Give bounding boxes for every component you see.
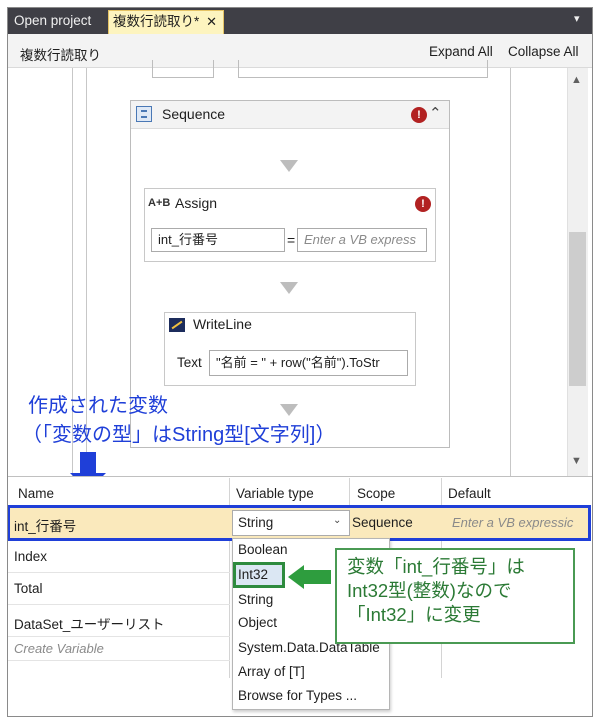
writeline-title: WriteLine [193, 316, 252, 332]
blue-arrow-icon [80, 452, 96, 474]
annotation-change-line2: Int32型(整数)なので [347, 580, 512, 601]
assign-title: Assign [175, 195, 218, 211]
sequence-activity[interactable] [130, 100, 450, 448]
annotation-change-line3: 「Int32」に変更 [347, 604, 481, 625]
annotation-created-line2: （「変数の型」はString型[文字列]） [22, 424, 336, 446]
close-icon[interactable]: ✕ [206, 11, 217, 33]
scrollbar-thumb[interactable] [569, 232, 586, 386]
error-icon: ! [411, 107, 427, 123]
variable-row[interactable]: Index [14, 549, 47, 564]
collapse-all-link[interactable]: Collapse All [508, 44, 579, 59]
column-header-default[interactable]: Default [448, 486, 491, 501]
green-arrow-head-icon [288, 565, 304, 589]
tab-active-label: 複数行読取り* [113, 14, 200, 29]
dropdown-option-int32[interactable]: Int32 [238, 567, 268, 582]
error-icon: ! [415, 196, 431, 212]
scroll-down-icon[interactable]: ▼ [571, 455, 582, 467]
assign-to-field[interactable]: int_行番号 [151, 228, 285, 252]
tab-open-project[interactable]: Open project [12, 10, 93, 32]
breadcrumb[interactable]: 複数行読取り [20, 44, 101, 64]
drop-target-arrow [280, 282, 298, 294]
tab-active-workflow[interactable]: 複数行読取り* ✕ [108, 10, 224, 34]
drop-target-arrow [280, 404, 298, 416]
row-divider [8, 604, 230, 605]
create-variable-row[interactable]: Create Variable [14, 641, 104, 656]
dropdown-option-browse[interactable]: Browse for Types ... [238, 688, 357, 703]
column-header-name[interactable]: Name [18, 486, 54, 501]
writeline-text-field[interactable]: "名前 = " + row("名前").ToStr [209, 350, 408, 376]
expand-all-link[interactable]: Expand All [429, 44, 493, 59]
assign-equals: = [287, 232, 296, 248]
variable-row[interactable]: Total [14, 581, 43, 596]
row-divider [8, 660, 230, 661]
right-sequence-border [510, 68, 511, 476]
tab-menu-icon[interactable]: ▾ [574, 12, 580, 25]
dropdown-option-string[interactable]: String [238, 592, 273, 607]
dropdown-option-boolean[interactable]: Boolean [238, 542, 288, 557]
document-tab-bar [8, 8, 592, 34]
column-header-variable-type[interactable]: Variable type [236, 486, 314, 501]
row-divider [8, 572, 230, 573]
sequence-title: Sequence [162, 106, 226, 122]
sequence-icon [136, 106, 152, 122]
annotation-change-callout: 変数「int_行番号」は Int32型(整数)なので 「Int32」に変更 [335, 548, 575, 644]
collapse-icon[interactable]: ⌃ [429, 104, 442, 122]
assign-icon: A+B [148, 197, 171, 209]
selected-row-highlight [7, 505, 591, 541]
row-divider [8, 636, 230, 637]
dropdown-option-array[interactable]: Array of [T] [238, 664, 305, 679]
annotation-change-line1: 変数「int_行番号」は [347, 556, 525, 577]
writeline-text-label: Text [177, 355, 202, 370]
dropdown-option-object[interactable]: Object [238, 615, 277, 630]
drop-target-arrow [280, 160, 298, 172]
writeline-icon [169, 318, 185, 332]
scroll-up-icon[interactable]: ▲ [571, 74, 582, 86]
truncated-activity-field [238, 60, 488, 78]
annotation-created-line1: 作成された変数 [28, 395, 168, 417]
green-arrow-icon [303, 570, 331, 584]
assign-value-field[interactable]: Enter a VB express [297, 228, 427, 252]
variable-row[interactable]: DataSet_ユーザーリスト [14, 613, 165, 633]
column-header-scope[interactable]: Scope [357, 486, 395, 501]
truncated-activity-field [152, 60, 214, 78]
